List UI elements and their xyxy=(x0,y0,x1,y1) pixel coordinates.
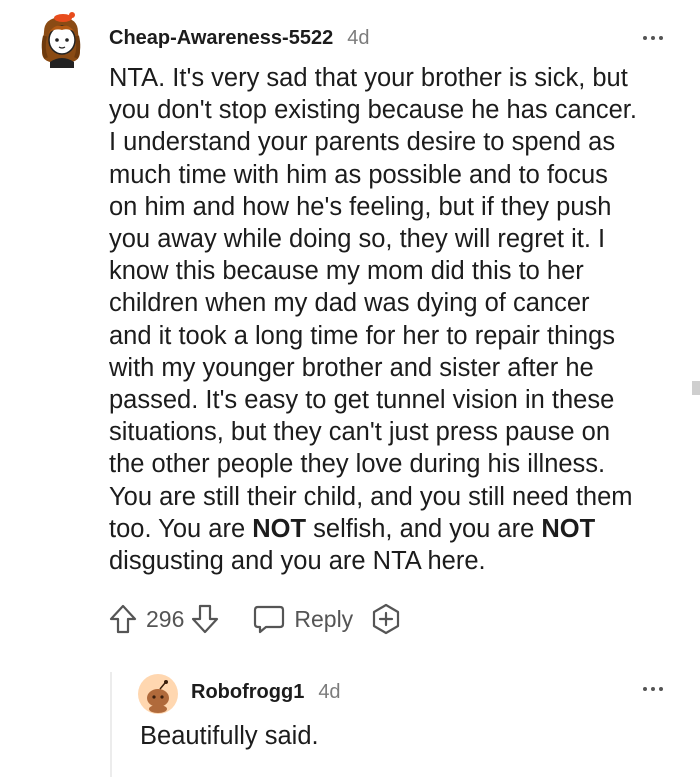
comment-line: too. You are NOT selfish, and you are NO… xyxy=(109,513,679,545)
comment-line: the other people they love during his il… xyxy=(109,450,606,479)
arrow-up-outline-icon xyxy=(109,604,137,634)
vote-count: 296 xyxy=(146,605,185,632)
comment-line: with my younger brother and sister after… xyxy=(109,353,594,382)
comment-line: know this because my mom did this to her xyxy=(109,257,584,286)
arrow-down-outline-icon xyxy=(192,604,219,634)
hexagon-plus-icon xyxy=(373,603,400,635)
reply-age: 4d xyxy=(318,680,341,703)
downvote-button[interactable] xyxy=(190,603,220,635)
scrollbar-thumb[interactable] xyxy=(692,381,700,395)
reply-body: Beautifully said. xyxy=(140,722,319,750)
more-options-icon[interactable] xyxy=(643,36,663,40)
comment-text-segment: too. You are xyxy=(109,514,253,543)
comment-line: you away while doing so, they will regre… xyxy=(109,225,606,254)
comment-line: situations, but they can't just press pa… xyxy=(109,418,610,447)
comment-age: 4d xyxy=(347,26,370,49)
comment-line: passed. It's easy to get tunnel vision i… xyxy=(109,386,615,415)
comment-actions: 296 Reply xyxy=(108,600,403,638)
comment-line: You are still their child, and you still… xyxy=(109,482,633,511)
comment-line: and it took a long time for her to repai… xyxy=(109,321,616,350)
comment-text-segment: selfish, and you are xyxy=(306,514,542,543)
comment-body: NTA. It's very sad that your brother is … xyxy=(109,62,679,577)
comment-line: NTA. It's very sad that your brother is … xyxy=(109,64,628,92)
more-options-icon[interactable] xyxy=(643,687,663,691)
award-button[interactable] xyxy=(369,602,403,636)
reply-meta: Robofrogg1 4d xyxy=(191,678,341,706)
comment-line: children when my dad was dying of cancer xyxy=(109,289,590,318)
upvote-button[interactable] xyxy=(108,603,138,635)
comment-line: disgusting and you are NTA here. xyxy=(109,547,486,576)
comment-line: much time with him as possible and to fo… xyxy=(109,160,608,189)
comment-line: I understand your parents desire to spen… xyxy=(109,128,616,157)
user-avatar[interactable] xyxy=(36,10,86,68)
emphasis-text: NOT xyxy=(541,514,596,543)
comment-meta: Cheap-Awareness-5522 4d xyxy=(109,24,369,52)
speech-bubble-icon xyxy=(254,605,285,634)
reply-author[interactable]: Robofrogg1 xyxy=(191,681,304,704)
comment-author[interactable]: Cheap-Awareness-5522 xyxy=(109,27,333,50)
comment-line: you don't stop existing because he has c… xyxy=(109,96,637,125)
comment-line: on him and how he's feeling, but if they… xyxy=(109,192,612,221)
reply-button[interactable]: Reply xyxy=(252,603,353,635)
emphasis-text: NOT xyxy=(252,514,307,543)
user-avatar[interactable] xyxy=(138,674,178,714)
thread-line[interactable] xyxy=(110,672,112,777)
reply-label: Reply xyxy=(294,605,354,632)
